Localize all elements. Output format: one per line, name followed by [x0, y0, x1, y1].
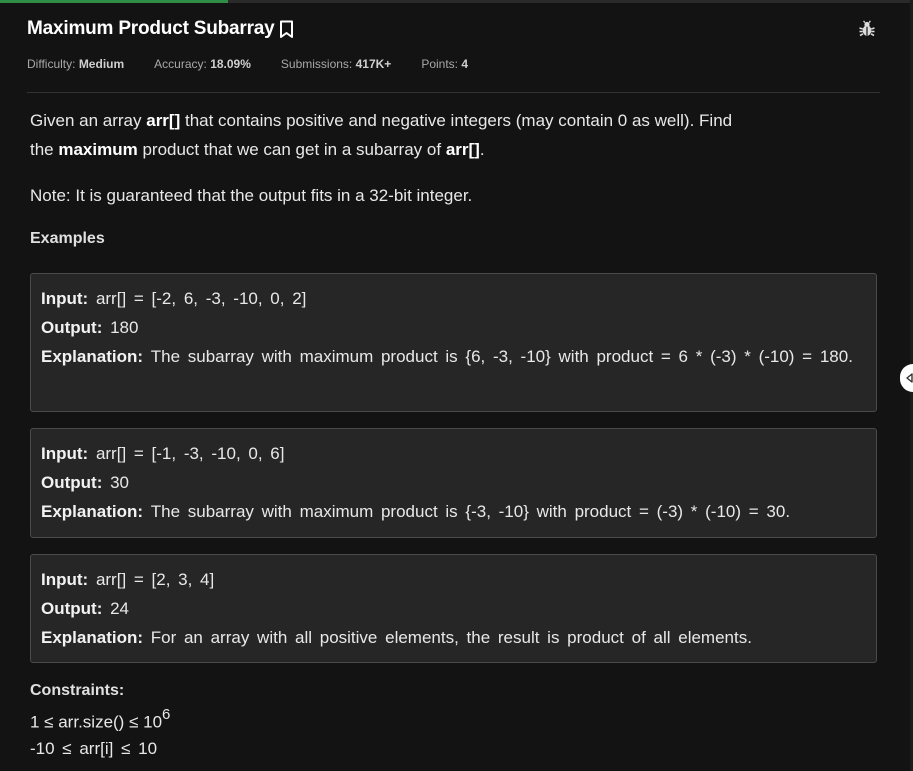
- description-text-1: Given an array: [30, 111, 147, 130]
- description-text-3: product that we can get in a subarray of: [137, 140, 446, 159]
- points-label: Points:: [421, 57, 458, 71]
- description-text-4: .: [479, 140, 485, 159]
- explanation-label: Explanation:: [41, 502, 144, 521]
- constraints-heading: Constraints:: [30, 682, 125, 699]
- submissions-meta: Submissions: 417K+: [281, 57, 391, 71]
- output-value: 180: [110, 318, 139, 337]
- problem-meta: Difficulty: Medium Accuracy: 18.09% Subm…: [27, 57, 498, 71]
- input-value: arr[] = [-1, -3, -10, 0, 6]: [95, 444, 285, 463]
- constraint-size-exponent: 6: [162, 706, 171, 723]
- description-bold-arr-2: arr[]: [445, 140, 480, 159]
- explanation-value: The subarray with maximum product is {-3…: [150, 502, 791, 521]
- problem-note: Note: It is guaranteed that the output f…: [30, 186, 473, 205]
- difficulty-value: Medium: [78, 57, 125, 71]
- top-progress-fill: [0, 0, 229, 3]
- explanation-label: Explanation:: [41, 347, 144, 366]
- problem-panel: Maximum Product Subarray Difficulty: Med…: [0, 0, 913, 771]
- chevron-left-icon: [906, 373, 913, 383]
- input-label: Input:: [41, 289, 89, 308]
- output-label: Output:: [41, 599, 103, 618]
- points-meta: Points: 4: [421, 57, 468, 71]
- output-label: Output:: [41, 473, 103, 492]
- difficulty-meta: Difficulty: Medium: [27, 57, 124, 71]
- constraint-size-text: 1 ≤ arr.size() ≤ 10: [30, 712, 163, 732]
- points-value: 4: [461, 57, 469, 71]
- example-input-line: Input: arr[] = [-1, -3, -10, 0, 6]: [41, 439, 866, 468]
- difficulty-label: Difficulty:: [27, 57, 76, 71]
- input-label: Input:: [41, 570, 89, 589]
- explanation-label: Explanation:: [41, 628, 144, 647]
- accuracy-label: Accuracy:: [154, 57, 207, 71]
- problem-title: Maximum Product Subarray: [27, 18, 275, 39]
- bookmark-icon[interactable]: [279, 20, 294, 39]
- example-box: Input: arr[] = [-1, -3, -10, 0, 6] Outpu…: [30, 428, 877, 538]
- header-divider: [27, 92, 880, 93]
- collapse-panel-button[interactable]: [900, 364, 913, 392]
- example-input-line: Input: arr[] = [-2, 6, -3, -10, 0, 2]: [41, 284, 866, 313]
- example-box: Input: arr[] = [-2, 6, -3, -10, 0, 2] Ou…: [30, 273, 877, 412]
- example-output-line: Output: 180: [41, 313, 866, 342]
- accuracy-value: 18.09%: [210, 57, 251, 71]
- description-bold-arr: arr[]: [146, 111, 181, 130]
- output-value: 30: [110, 473, 130, 492]
- top-progress-track: [0, 0, 913, 3]
- submissions-label: Submissions:: [280, 57, 353, 71]
- problem-description: Given an array arr[] that contains posit…: [30, 106, 750, 164]
- output-value: 24: [110, 599, 130, 618]
- example-input-line: Input: arr[] = [2, 3, 4]: [41, 565, 866, 594]
- output-label: Output:: [41, 318, 103, 337]
- example-explanation-line: Explanation: The subarray with maximum p…: [41, 497, 866, 526]
- examples-heading: Examples: [30, 230, 105, 247]
- constraint-value-range: -10 ≤ arr[i] ≤ 10: [30, 739, 158, 758]
- example-output-line: Output: 24: [41, 594, 866, 623]
- accuracy-meta: Accuracy: 18.09%: [154, 57, 251, 71]
- input-value: arr[] = [-2, 6, -3, -10, 0, 2]: [95, 289, 307, 308]
- bug-icon[interactable]: [858, 20, 876, 38]
- example-explanation-line: Explanation: For an array with all posit…: [41, 623, 866, 652]
- submissions-value: 417K+: [355, 57, 392, 71]
- input-label: Input:: [41, 444, 89, 463]
- constraint-size: 1 ≤ arr.size() ≤ 106: [30, 706, 171, 733]
- example-output-line: Output: 30: [41, 468, 866, 497]
- input-value: arr[] = [2, 3, 4]: [95, 570, 215, 589]
- description-bold-maximum: maximum: [58, 140, 138, 159]
- explanation-value: The subarray with maximum product is {6,…: [150, 347, 853, 366]
- explanation-value: For an array with all positive elements,…: [150, 628, 752, 647]
- title-row: Maximum Product Subarray: [27, 18, 294, 40]
- example-explanation-line: Explanation: The subarray with maximum p…: [41, 342, 866, 371]
- example-box: Input: arr[] = [2, 3, 4] Output: 24 Expl…: [30, 554, 877, 663]
